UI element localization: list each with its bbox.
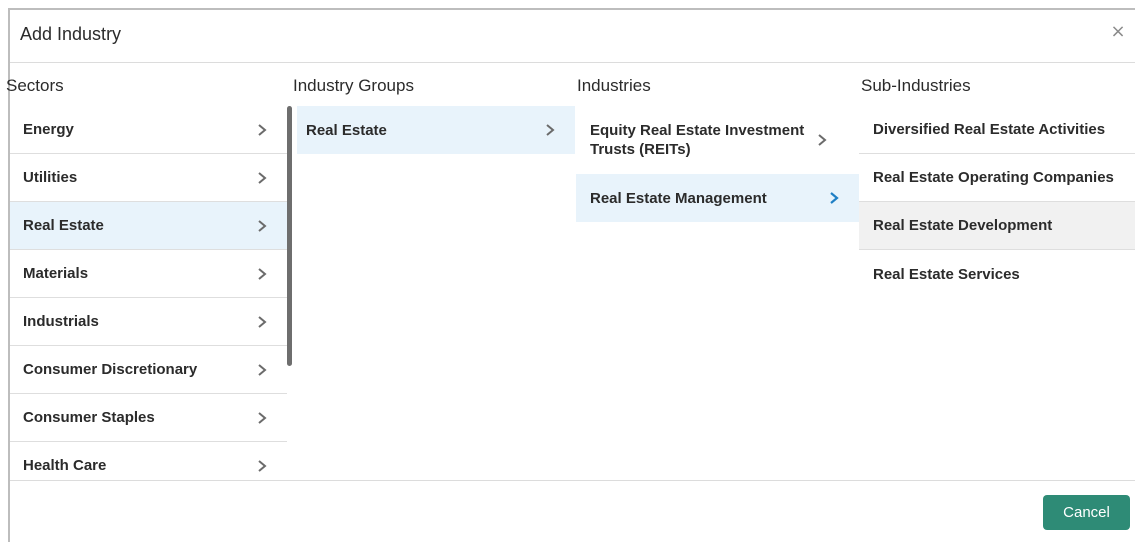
sub-industry-item-label: Real Estate Operating Companies [873, 169, 1114, 186]
group-item-label: Real Estate [306, 121, 387, 139]
industry-groups-header: Industry Groups [293, 76, 414, 95]
chevron-right-icon [827, 191, 841, 205]
sub-industry-item-label: Diversified Real Estate Activities [873, 121, 1106, 138]
sector-item-consumer-staples[interactable]: Consumer Staples [10, 394, 287, 442]
sector-item-label: Consumer Discretionary [23, 361, 198, 378]
sector-item-materials[interactable]: Materials [10, 250, 287, 298]
industries-list: Equity Real Estate Investment Trusts (RE… [576, 106, 859, 222]
sub-industry-item-diversified[interactable]: Diversified Real Estate Activities [859, 106, 1135, 154]
cancel-button[interactable]: Cancel [1043, 495, 1130, 530]
sectors-list: Energy Utilities Real Estate Materials I… [10, 106, 287, 478]
sub-industry-item-label: Real Estate Services [873, 265, 1020, 283]
sector-item-real-estate[interactable]: Real Estate [10, 202, 287, 250]
sectors-scrollbar-thumb[interactable] [287, 106, 292, 366]
industry-groups-list: Real Estate [297, 106, 575, 154]
chevron-right-icon [255, 459, 269, 473]
sub-industry-item-development[interactable]: Real Estate Development [859, 202, 1135, 250]
sector-item-label: Materials [23, 265, 89, 282]
industry-item-label: Real Estate Management [590, 189, 767, 207]
sector-item-label: Health Care [23, 457, 107, 474]
title-divider [10, 62, 1135, 63]
sector-item-consumer-discretionary[interactable]: Consumer Discretionary [10, 346, 287, 394]
footer-divider [10, 480, 1135, 481]
sub-industry-item-label: Real Estate Development [873, 217, 1053, 234]
group-item-real-estate[interactable]: Real Estate [297, 106, 575, 154]
sector-item-label: Industrials [23, 313, 99, 330]
sector-item-label: Energy [23, 121, 74, 138]
close-icon[interactable]: × [1109, 23, 1127, 41]
industry-item-real-estate-management[interactable]: Real Estate Management [576, 174, 859, 222]
sub-industries-list: Diversified Real Estate Activities Real … [859, 106, 1135, 298]
chevron-right-icon [255, 363, 269, 377]
sub-industries-header: Sub-Industries [861, 76, 971, 95]
industry-item-reits[interactable]: Equity Real Estate Investment Trusts (RE… [576, 106, 859, 174]
sector-item-label: Real Estate [23, 217, 104, 234]
sector-item-label: Utilities [23, 169, 78, 186]
sector-item-health-care[interactable]: Health Care [10, 442, 287, 478]
chevron-right-icon [543, 123, 557, 137]
chevron-right-icon [255, 315, 269, 329]
sector-item-label: Consumer Staples [23, 409, 155, 426]
chevron-right-icon [255, 219, 269, 233]
sub-industry-item-operating-companies[interactable]: Real Estate Operating Companies [859, 154, 1135, 202]
industry-item-label: Equity Real Estate Investment Trusts (RE… [590, 122, 805, 158]
sector-item-utilities[interactable]: Utilities [10, 154, 287, 202]
chevron-right-icon [255, 411, 269, 425]
add-industry-dialog: Add Industry × Sectors Industry Groups I… [6, 10, 1135, 542]
industries-header: Industries [577, 76, 651, 95]
chevron-right-icon [255, 171, 269, 185]
chevron-right-icon [255, 123, 269, 137]
sector-item-energy[interactable]: Energy [10, 106, 287, 154]
sub-industry-item-services[interactable]: Real Estate Services [859, 250, 1135, 298]
chevron-right-icon [255, 267, 269, 281]
sectors-header: Sectors [6, 76, 64, 95]
chevron-right-icon [815, 133, 829, 147]
dialog-title: Add Industry [20, 24, 122, 44]
sector-item-industrials[interactable]: Industrials [10, 298, 287, 346]
